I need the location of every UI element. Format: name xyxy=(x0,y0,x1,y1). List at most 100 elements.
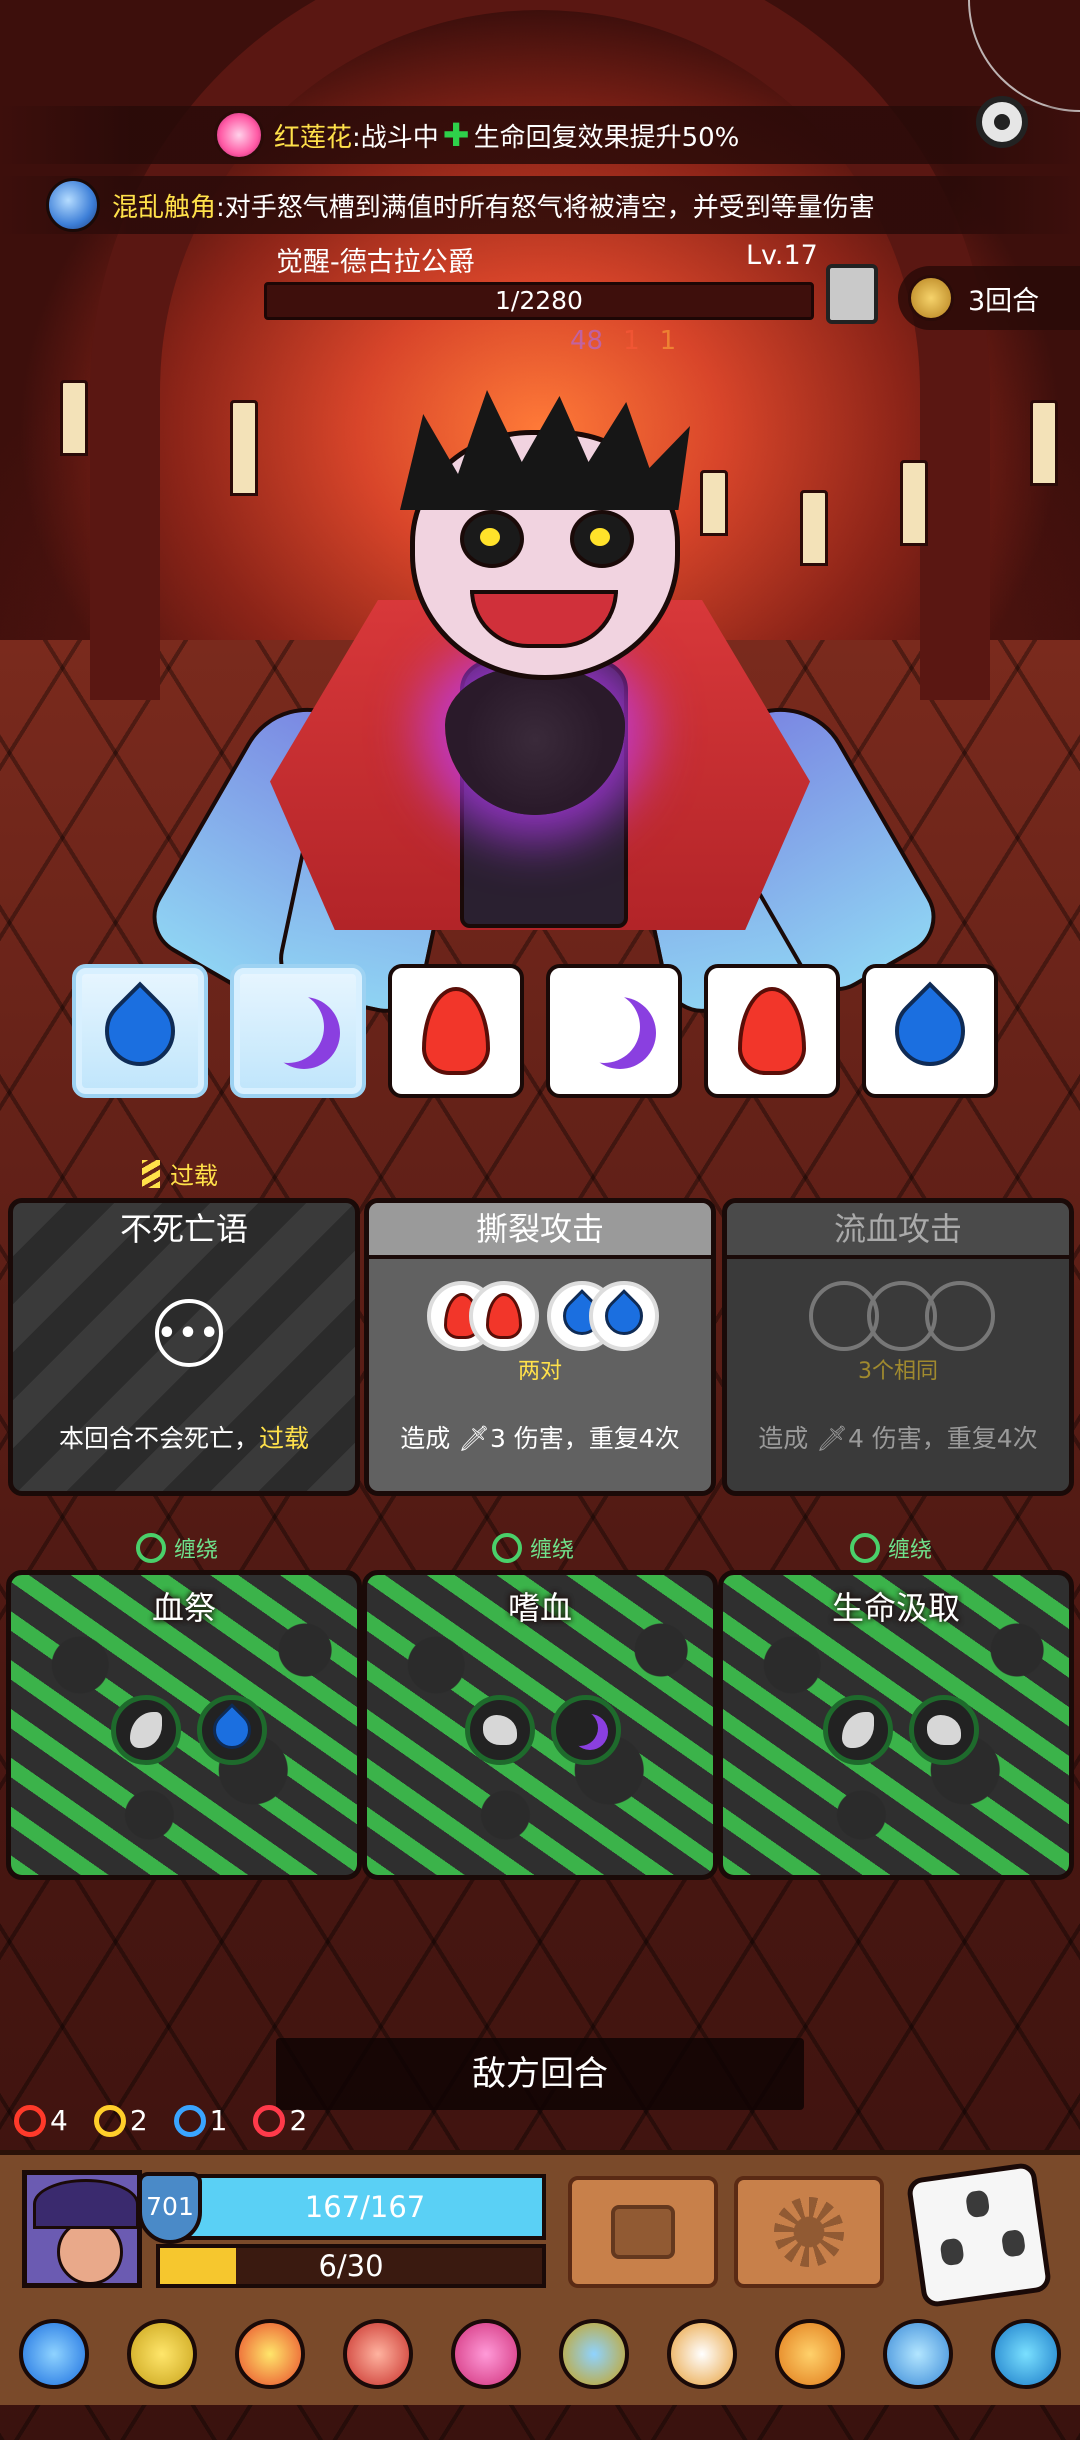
moon-icon xyxy=(252,991,324,1063)
skill-title: 血祭 xyxy=(151,1589,216,1627)
vine-swirl-icon xyxy=(850,1533,880,1563)
bracelet-relic-icon[interactable] xyxy=(343,2319,413,2389)
candle xyxy=(1030,400,1058,486)
entangle-tag: 缠绕 xyxy=(492,1532,574,1564)
skill-card-blood-sacrifice[interactable]: 血祭 xyxy=(6,1570,362,1880)
player-energy-bar: 6/30 xyxy=(156,2244,546,2288)
skill-card-rend-attack[interactable]: 撕裂攻击 两对 造成 🗡3 伤害，重复4次 xyxy=(364,1198,716,1496)
turn-count-text: 3回合 xyxy=(968,285,1040,317)
candle xyxy=(700,470,728,536)
energy-text: 6/30 xyxy=(318,2249,384,2283)
moon-icon xyxy=(562,1710,598,1746)
defense-stat-value: 2 xyxy=(129,2104,148,2137)
boss-status-value: 1 xyxy=(659,326,677,356)
skill-title: 生命汲取 xyxy=(831,1589,960,1627)
skill-requirement: 3个相同 xyxy=(858,1359,938,1384)
rage-stat-value: 2 xyxy=(289,2104,308,2137)
burst-icon xyxy=(774,2197,844,2267)
defense-stat: 2 xyxy=(93,2104,148,2137)
die-frozen-moon[interactable] xyxy=(230,964,366,1098)
candle xyxy=(60,380,88,456)
passive-text: :对手怒气槽到满值时所有怒气将被清空，并受到等量伤害 xyxy=(216,192,875,223)
player-avatar[interactable] xyxy=(22,2170,142,2288)
skill-title: 嗜血 xyxy=(507,1589,572,1627)
skill-desc: 造成 🗡4 伤害，重复4次 xyxy=(758,1424,1038,1453)
water-drop-icon xyxy=(205,1703,259,1757)
dice-slot-stone xyxy=(909,1695,979,1765)
stone-icon xyxy=(927,1715,961,1745)
settings-gear-icon[interactable] xyxy=(976,96,1028,148)
crystal-relic-icon[interactable] xyxy=(883,2319,953,2389)
focus-stat-value: 1 xyxy=(209,2104,228,2137)
relic-effect-text-b: 生命回复效果提升50% xyxy=(473,122,740,153)
dice-slot-empty xyxy=(925,1281,995,1351)
flame-icon xyxy=(486,1293,522,1339)
dragon-relic-icon[interactable] xyxy=(451,2319,521,2389)
boss-eye xyxy=(460,510,524,568)
entangle-label: 缠绕 xyxy=(888,1538,933,1563)
energy-fill xyxy=(160,2248,237,2284)
water-drop-icon xyxy=(90,981,190,1081)
wing-icon xyxy=(842,1712,874,1748)
skill-card-undying-words[interactable]: 不死亡语 ••• 本回合不会死亡，过载 xyxy=(8,1198,360,1496)
moon-icon xyxy=(568,991,640,1063)
skill-title: 撕裂攻击 xyxy=(369,1203,711,1259)
skill-desc-text: 本回合不会死亡， xyxy=(58,1424,259,1453)
chaos-tentacle-icon xyxy=(46,178,100,232)
candle xyxy=(230,400,258,496)
vine-swirl-icon xyxy=(136,1533,166,1563)
ability-slot[interactable] xyxy=(734,2176,884,2288)
skill-desc: 造成 🗡3 伤害，重复4次 xyxy=(400,1424,680,1453)
candle xyxy=(800,490,828,566)
gold-die-relic-icon[interactable] xyxy=(127,2319,197,2389)
die-water[interactable] xyxy=(862,964,998,1098)
locked-slot[interactable] xyxy=(568,2176,718,2288)
spiked-die-relic-icon[interactable] xyxy=(667,2319,737,2389)
dice-slot-stone xyxy=(465,1695,535,1765)
skill-title: 不死亡语 xyxy=(119,1210,248,1248)
relic-effect-text-a: :战斗中 xyxy=(352,122,439,153)
passive-name: 混乱触角 xyxy=(112,192,217,223)
red-lotus-icon xyxy=(214,110,264,160)
relic-name: 红莲花 xyxy=(274,122,353,153)
dice-slot-water xyxy=(589,1281,659,1351)
boss-hp-text: 1/2280 xyxy=(495,286,583,315)
skill-card-life-drain[interactable]: 生命汲取 xyxy=(718,1570,1074,1880)
player-status-row: 4 2 1 2 xyxy=(14,2104,307,2137)
boss-status-value: 1 xyxy=(623,326,640,356)
cobweb-decoration xyxy=(968,0,1080,112)
water-relic-icon[interactable] xyxy=(19,2319,89,2389)
water-drop-icon xyxy=(880,981,980,1081)
overload-icon xyxy=(142,1159,160,1188)
bestiary-book-icon[interactable] xyxy=(826,264,878,324)
boss-eye xyxy=(570,510,634,568)
die-flame[interactable] xyxy=(388,964,524,1098)
water-amulet-relic-icon[interactable] xyxy=(559,2319,629,2389)
die-moon[interactable] xyxy=(546,964,682,1098)
entangle-label: 缠绕 xyxy=(530,1538,575,1563)
skill-card-bloodthirst[interactable]: 嗜血 xyxy=(362,1570,718,1880)
skill-title: 流血攻击 xyxy=(727,1203,1069,1259)
avatar-hat xyxy=(33,2179,139,2229)
ellipsis-icon: ••• xyxy=(155,1299,223,1367)
dice-slot-flame xyxy=(469,1281,539,1351)
dice-slot-moon xyxy=(551,1695,621,1765)
skill-card-bleed-attack[interactable]: 流血攻击 3个相同 造成 🗡4 伤害，重复4次 xyxy=(722,1198,1074,1496)
boss-passive-banner: 混乱触角 :对手怒气槽到满值时所有怒气将被清空，并受到等量伤害 xyxy=(0,176,1080,234)
gem-shield-relic-icon[interactable] xyxy=(991,2319,1061,2389)
boss-hp-bar: 1/2280 xyxy=(264,282,814,320)
die-pip xyxy=(1000,2228,1027,2258)
focus-stat: 1 xyxy=(173,2104,228,2137)
relic-effect-banner: 红莲花 :战斗中 ✚ 生命回复效果提升50% xyxy=(0,106,1080,164)
lantern-relic-icon[interactable] xyxy=(775,2319,845,2389)
scroll-relic-icon[interactable] xyxy=(235,2319,305,2389)
player-hp-text: 167/167 xyxy=(304,2190,426,2224)
die-flame[interactable] xyxy=(704,964,840,1098)
player-hp-bar: 167/167 xyxy=(184,2174,546,2240)
flame-icon xyxy=(422,987,490,1075)
roll-dice-button[interactable] xyxy=(905,2161,1053,2309)
die-frozen-water[interactable] xyxy=(72,964,208,1098)
lock-icon xyxy=(611,2205,675,2259)
wing-icon xyxy=(130,1712,162,1748)
rage-shield-icon xyxy=(253,2104,286,2137)
